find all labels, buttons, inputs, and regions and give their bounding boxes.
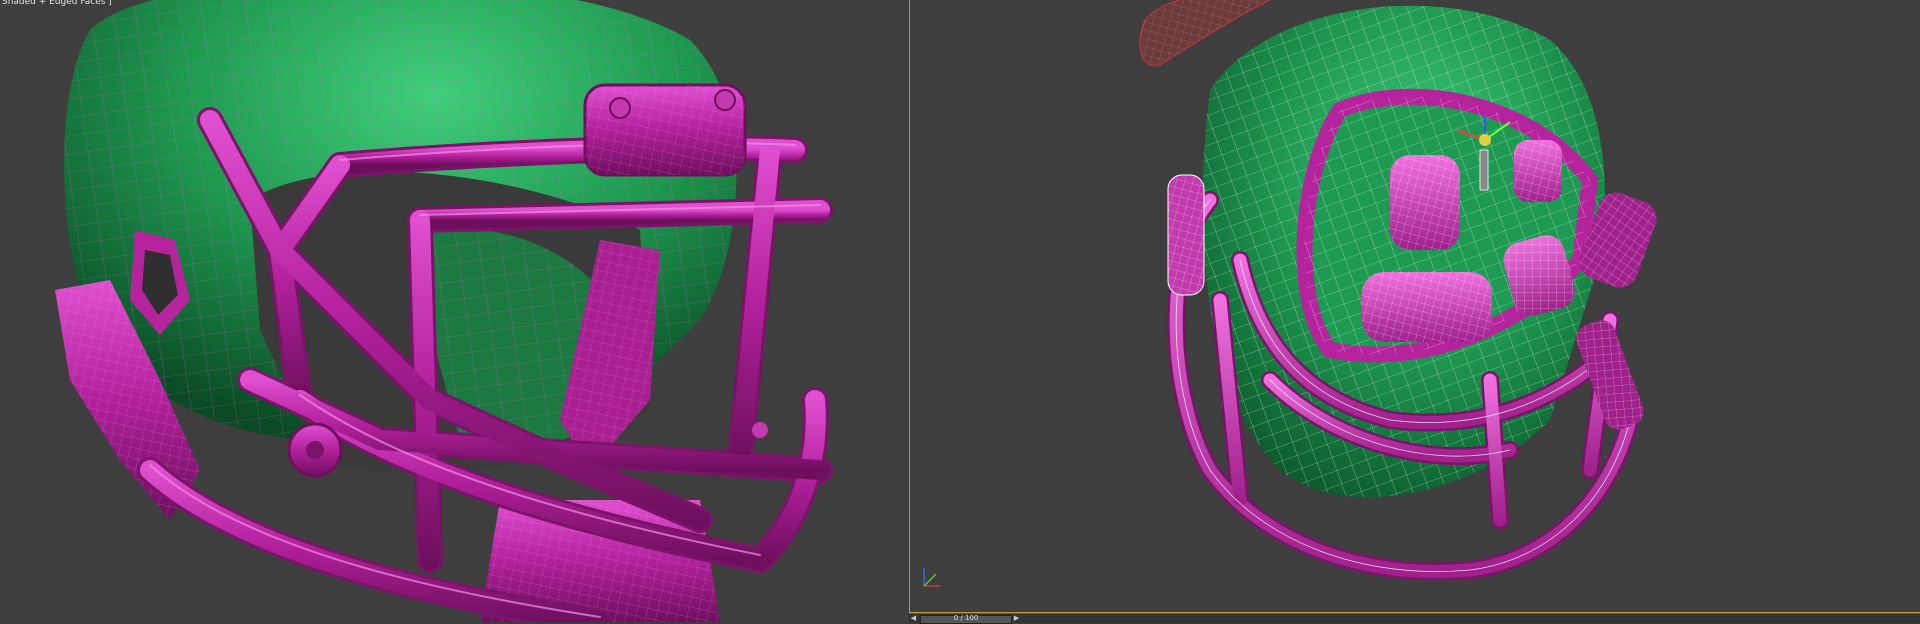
frame-counter: 0 / 100 [953,614,979,622]
viewport-right[interactable] [909,0,1920,613]
viewport-shading-label[interactable]: Shaded + Edged Faces ] [2,0,112,8]
time-slider[interactable]: 0 / 100 [920,614,1012,624]
helmet-closeup-render [55,0,833,622]
axis-tripod-icon [923,568,940,587]
viewport-left[interactable]: Shaded + Edged Faces ] [0,0,907,622]
helmet-underside-render [1139,0,1657,581]
